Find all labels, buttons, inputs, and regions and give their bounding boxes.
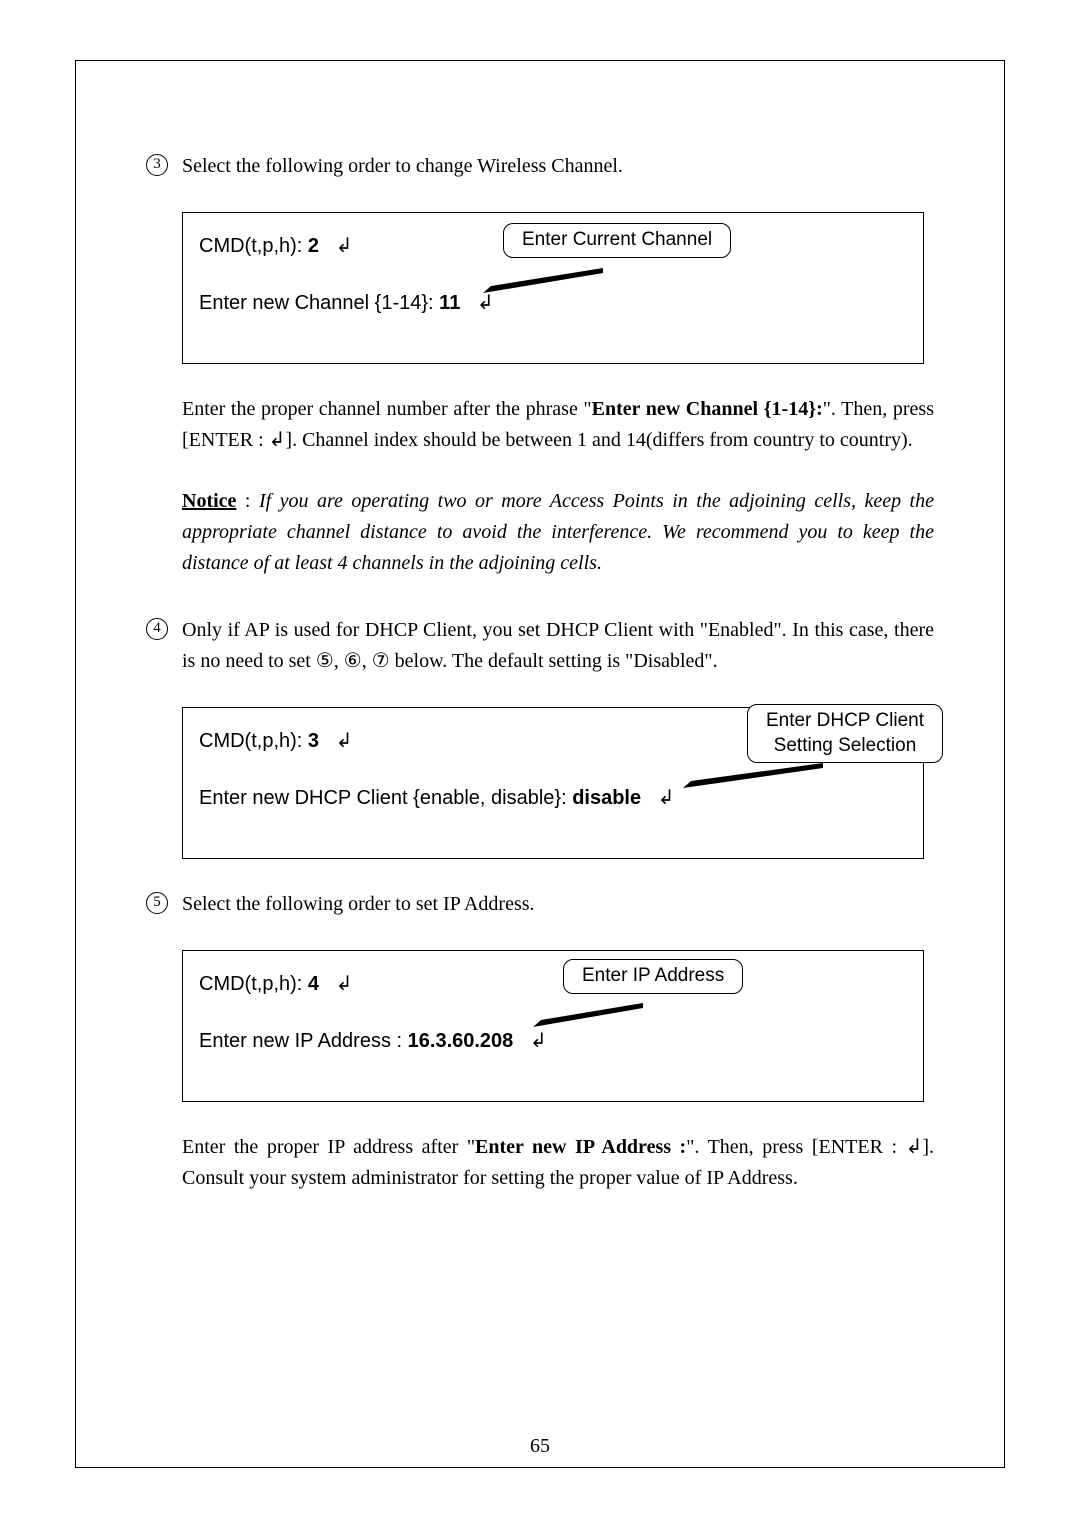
cmd-box-ip: CMD(t,p,h): 4 ↲ Enter new IP Address : 1…	[182, 950, 924, 1102]
item5-text: Select the following order to set IP Add…	[182, 889, 934, 920]
cmd2-line1-value: 3	[308, 730, 319, 752]
callout-dhcp: Enter DHCP Client Setting Selection	[747, 704, 943, 763]
notice-colon: :	[236, 490, 259, 512]
cmd1-line2-value: 11	[439, 292, 460, 314]
cmd1-line1-value: 2	[308, 235, 319, 257]
cmd1-line1-prefix: CMD(t,p,h):	[199, 235, 308, 257]
notice-label: Notice	[182, 490, 236, 512]
notice-block: Notice : If you are operating two or mor…	[182, 486, 934, 579]
cmd3-line1-prefix: CMD(t,p,h):	[199, 973, 308, 995]
marker-4: 4	[146, 618, 168, 640]
item3-text: Select the following order to change Wir…	[182, 151, 934, 182]
list-item-3: 3 Select the following order to change W…	[146, 151, 934, 182]
cmd1-line2-prefix: Enter new Channel {1-14}:	[199, 292, 439, 314]
callout-dhcp-l1: Enter DHCP Client	[766, 710, 924, 731]
para2-t1: Enter the proper IP address after "	[182, 1136, 475, 1158]
callout-current-channel: Enter Current Channel	[503, 223, 731, 258]
enter-icon: ↲	[336, 730, 353, 752]
cmd3-line2-prefix: Enter new IP Address :	[199, 1030, 408, 1052]
paragraph-ip: Enter the proper IP address after "Enter…	[182, 1132, 934, 1194]
pointer-line-icon	[483, 268, 603, 298]
notice-text: If you are operating two or more Access …	[182, 490, 934, 574]
list-item-5: 5 Select the following order to set IP A…	[146, 889, 934, 920]
cmd3-line1-value: 4	[308, 973, 319, 995]
cmd2-line1-prefix: CMD(t,p,h):	[199, 730, 308, 752]
callout-dhcp-l2: Setting Selection	[774, 735, 917, 756]
marker-3: 3	[146, 154, 168, 176]
para1-bold: Enter new Channel {1-14}:	[592, 398, 823, 420]
paragraph-channel: Enter the proper channel number after th…	[182, 394, 934, 456]
cmd2-line2-prefix: Enter new DHCP Client {enable, disable}:	[199, 787, 572, 809]
callout-ip: Enter IP Address	[563, 959, 743, 994]
cmd3-line1: CMD(t,p,h): 4 ↲	[199, 969, 907, 1000]
enter-icon: ↲	[336, 235, 353, 257]
pointer-line-icon	[533, 1003, 643, 1031]
cmd3-line2-value: 16.3.60.208	[408, 1030, 514, 1052]
marker-5: 5	[146, 892, 168, 914]
item4-text: Only if AP is used for DHCP Client, you …	[182, 615, 934, 677]
para1-t1: Enter the proper channel number after th…	[182, 398, 592, 420]
cmd2-line2-value: disable	[572, 787, 641, 809]
page-number: 65	[0, 1435, 1080, 1458]
pointer-line-icon	[683, 763, 823, 793]
cmd-box-channel: CMD(t,p,h): 2 ↲ Enter new Channel {1-14}…	[182, 212, 924, 364]
para2-bold: Enter new IP Address :	[475, 1136, 686, 1158]
cmd-box-dhcp: CMD(t,p,h): 3 ↲ Enter new DHCP Client {e…	[182, 707, 924, 859]
enter-icon: ↲	[530, 1030, 547, 1052]
list-item-4: 4 Only if AP is used for DHCP Client, yo…	[146, 615, 934, 677]
enter-icon: ↲	[658, 787, 675, 809]
enter-icon: ↲	[336, 973, 353, 995]
